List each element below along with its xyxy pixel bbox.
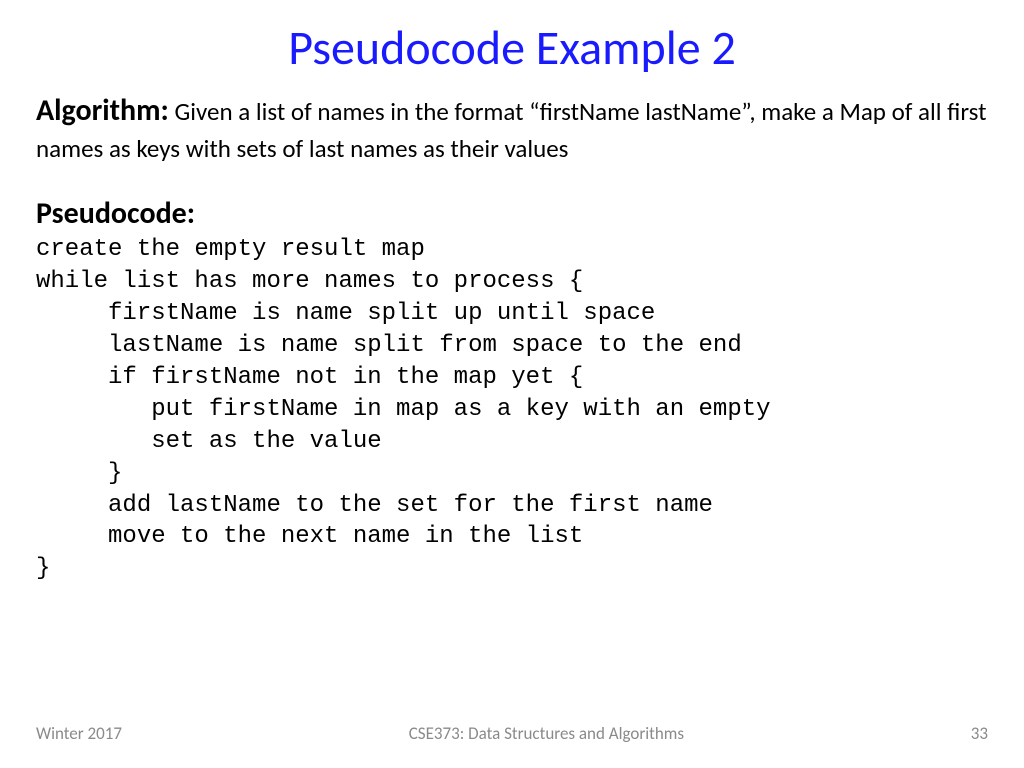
slide-content: Algorithm: Given a list of names in the … (36, 91, 988, 585)
algorithm-section: Algorithm: Given a list of names in the … (36, 91, 988, 165)
pseudocode-label: Pseudocode: (36, 195, 988, 232)
footer-page: 33 (971, 723, 988, 744)
slide-title: Pseudocode Example 2 (36, 18, 988, 77)
footer-course: CSE373: Data Structures and Algorithms (122, 723, 971, 744)
slide-footer: Winter 2017 CSE373: Data Structures and … (0, 723, 1024, 744)
algorithm-description: Given a list of names in the format “fir… (36, 96, 987, 164)
slide: Pseudocode Example 2 Algorithm: Given a … (0, 0, 1024, 768)
algorithm-label: Algorithm: (36, 92, 169, 129)
footer-term: Winter 2017 (36, 723, 122, 744)
pseudocode-block: create the empty result map while list h… (36, 234, 988, 585)
